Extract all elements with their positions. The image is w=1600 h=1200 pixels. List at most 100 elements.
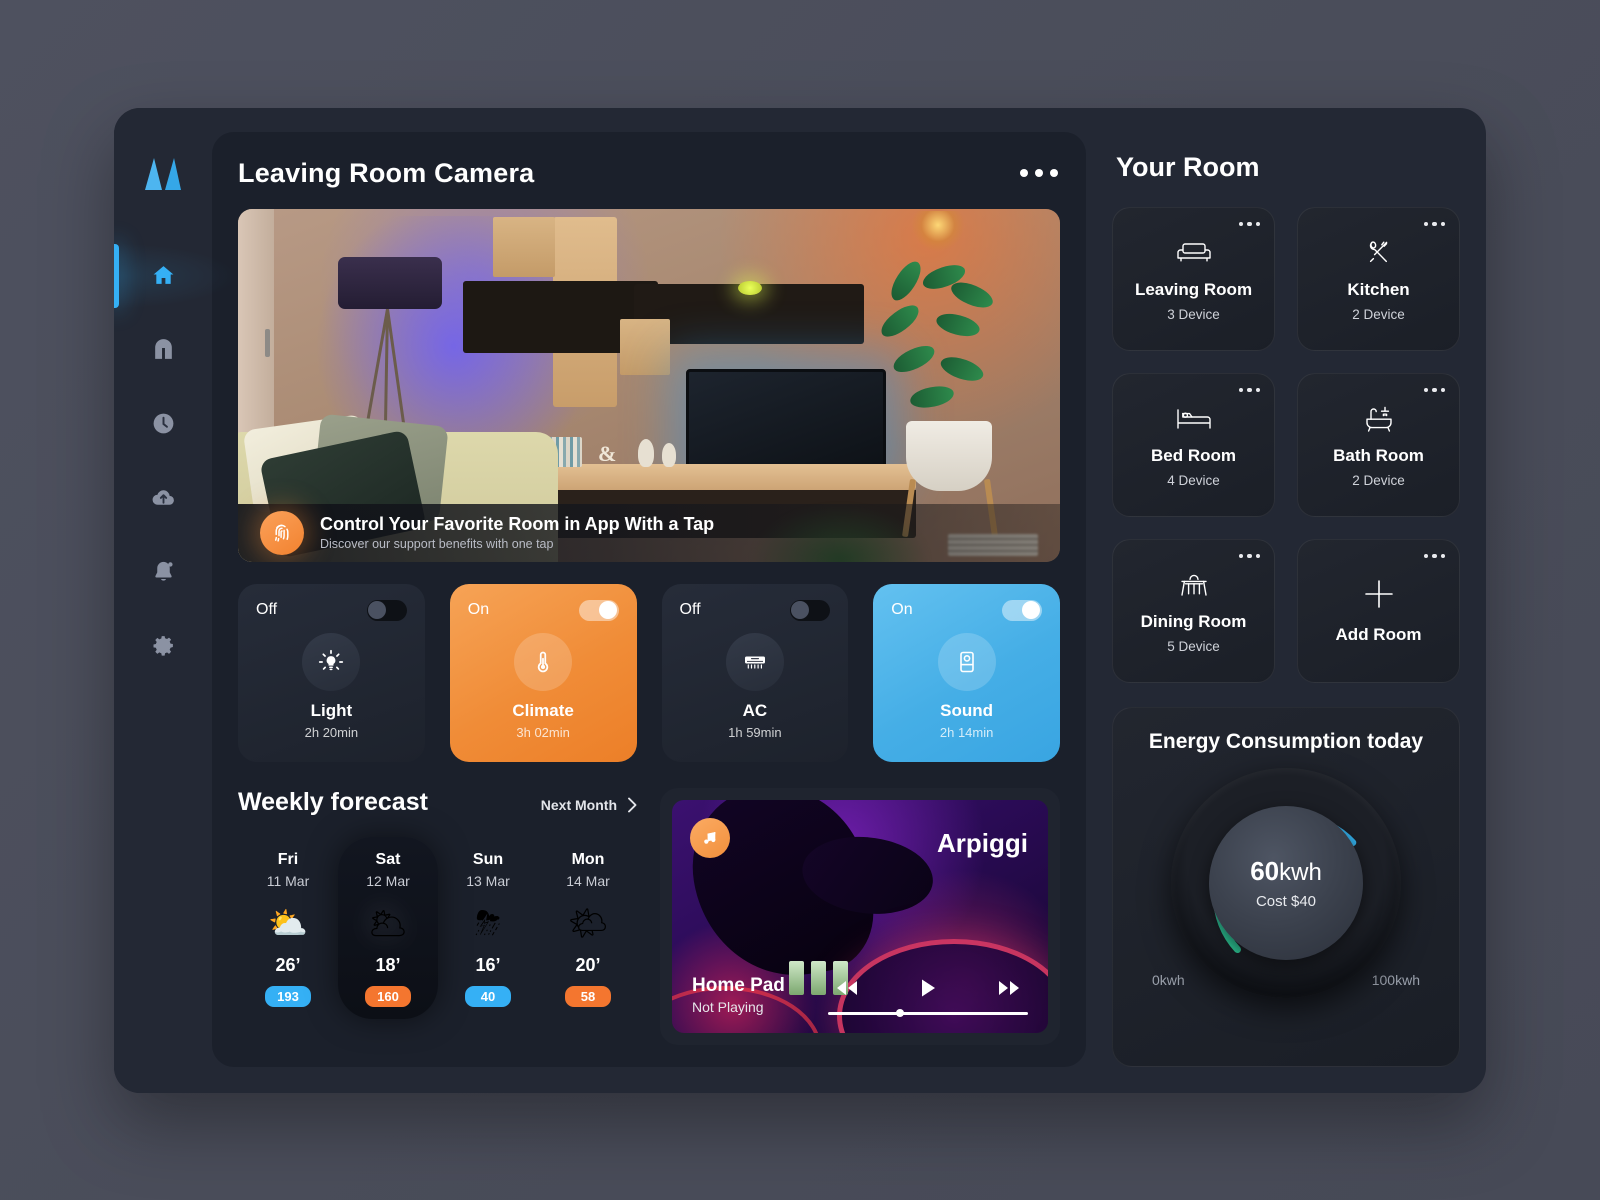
sidebar-item-home[interactable]: [114, 243, 234, 308]
device-state: On: [467, 601, 490, 618]
bathtub-icon: [1363, 402, 1395, 436]
sidebar: [114, 107, 234, 1093]
forecast-day[interactable]: Fri 11 Mar ⛅ 26’ 193: [238, 837, 338, 1019]
sidebar-item-notifications[interactable]: [114, 554, 212, 590]
room-options-icon[interactable]: [1238, 387, 1260, 392]
device-runtime: 3h 02min: [516, 724, 570, 740]
bottom-row: Weekly forecast Next Month Fri 11 Mar ⛅ …: [238, 787, 1060, 1045]
music-note-icon: [690, 817, 730, 858]
day-temp: 20’: [575, 954, 601, 975]
room-card-bath-room[interactable]: Bath Room 2 Device: [1297, 372, 1460, 517]
forecast-day[interactable]: Mon 14 Mar 🌤 20’ 58: [538, 837, 638, 1019]
camera-promo-banner[interactable]: Control Your Favorite Room in App With a…: [238, 503, 1060, 562]
device-name: Sound: [940, 700, 994, 720]
fast-forward-icon[interactable]: [994, 978, 1024, 1003]
playback-status: Not Playing: [692, 998, 764, 1015]
track-title: Arpiggi: [937, 827, 1028, 858]
day-of-week: Sun: [472, 850, 504, 868]
speaker-icon: [937, 632, 996, 691]
device-tile-climate[interactable]: On Climate 3h 02min: [449, 583, 637, 762]
sidebar-item-settings[interactable]: [114, 628, 212, 664]
clock-icon: [153, 413, 173, 434]
forecast-day-selected[interactable]: Sat 12 Mar 🌥 18’ 160: [338, 836, 438, 1019]
app-window: Leaving Room Camera & Control Your Favor…: [114, 107, 1486, 1093]
right-panel: Your Room Leaving Room 3 Device Kitchen …: [1112, 132, 1460, 1067]
main-content: Leaving Room Camera & Control Your Favor…: [212, 108, 1486, 1093]
sidebar-item-rooms[interactable]: [114, 332, 212, 368]
room-card-add-room[interactable]: Add Room: [1297, 538, 1460, 683]
light-toggle[interactable]: [366, 599, 407, 621]
cutlery-icon: [1364, 236, 1394, 270]
room-name: Leaving Room: [1134, 279, 1253, 299]
ac-toggle[interactable]: [790, 599, 831, 621]
rooms-grid: Leaving Room 3 Device Kitchen 2 Device B…: [1112, 206, 1460, 683]
next-month-button[interactable]: Next Month: [541, 797, 638, 813]
climate-toggle[interactable]: [578, 599, 619, 621]
room-name: Kitchen: [1347, 279, 1410, 299]
next-month-label: Next Month: [540, 796, 617, 813]
air-conditioner-icon: [725, 632, 784, 691]
day-badge: 193: [265, 985, 311, 1007]
device-tile-sound[interactable]: On Sound 2h 14min: [873, 583, 1060, 762]
device-runtime: 1h 59min: [728, 724, 782, 740]
play-icon[interactable]: [918, 977, 938, 1004]
energy-title: Energy Consumption today: [1148, 729, 1424, 753]
dining-table-icon: [1177, 568, 1211, 602]
room-card-leaving-room[interactable]: Leaving Room 3 Device: [1112, 206, 1275, 351]
device-name: AC: [742, 700, 768, 720]
seek-handle: [896, 1009, 904, 1017]
sidebar-nav: [114, 243, 234, 664]
room-options-icon[interactable]: [1238, 221, 1260, 226]
room-device-count: 4 Device: [1167, 472, 1220, 488]
sofa-icon: [1175, 236, 1213, 270]
page-title: Leaving Room Camera: [238, 157, 535, 188]
room-options-icon[interactable]: [1238, 553, 1260, 558]
forecast-title: Weekly forecast: [238, 787, 428, 816]
device-name: Climate: [512, 700, 574, 720]
forecast-day[interactable]: Sun 13 Mar ⛈ 16’ 40: [438, 837, 538, 1019]
sidebar-item-cloud[interactable]: [114, 480, 212, 516]
room-options-icon[interactable]: [1423, 553, 1445, 558]
more-options-icon[interactable]: [1018, 163, 1060, 183]
app-logo: [141, 156, 185, 190]
partly-cloudy-night-icon: 🌥: [367, 904, 409, 941]
day-temp: 26’: [275, 954, 301, 975]
room-device-count: 2 Device: [1352, 306, 1405, 322]
device-tile-ac[interactable]: Off AC 1h 59min: [661, 583, 849, 762]
day-of-week: Fri: [277, 850, 299, 868]
room-card-dining-room[interactable]: Dining Room 5 Device: [1112, 538, 1275, 683]
seek-bar[interactable]: [828, 1009, 1028, 1017]
room-card-bed-room[interactable]: Bed Room 4 Device: [1112, 372, 1275, 517]
playback-device-name: Home Pad: [692, 974, 785, 996]
day-badge: 58: [565, 985, 611, 1007]
device-runtime: 2h 14min: [939, 724, 994, 740]
room-options-icon[interactable]: [1423, 387, 1445, 392]
room-name: Dining Room: [1140, 611, 1247, 631]
room-card-kitchen[interactable]: Kitchen 2 Device: [1297, 206, 1460, 351]
energy-gauge[interactable]: 60kwh Cost $40: [1171, 767, 1401, 998]
day-date: 13 Mar: [466, 872, 510, 889]
chevron-right-icon: [628, 797, 637, 812]
weekly-forecast: Weekly forecast Next Month Fri 11 Mar ⛅ …: [238, 788, 638, 1045]
device-state: Off: [679, 601, 701, 618]
home-icon: [153, 266, 173, 284]
gear-icon: [153, 636, 173, 656]
device-state: On: [891, 601, 913, 618]
day-of-week: Mon: [571, 850, 605, 868]
day-temp: 18’: [375, 954, 401, 975]
camera-feed[interactable]: & Control Your Favorite Room in App With…: [238, 208, 1060, 562]
device-tile-light[interactable]: Off Light 2h 20min: [238, 583, 425, 762]
sidebar-item-schedule[interactable]: [114, 406, 212, 442]
music-player-card[interactable]: Arpiggi Home Pad Not Playing: [660, 787, 1060, 1045]
device-tiles: Off Light 2h 20min On Climate 3h 02min O…: [238, 583, 1060, 762]
day-date: 12 Mar: [366, 872, 410, 889]
banner-headline: Control Your Favorite Room in App With a…: [320, 514, 715, 534]
room-options-icon[interactable]: [1423, 221, 1445, 226]
sound-toggle[interactable]: [1002, 599, 1042, 621]
bulb-icon: [302, 632, 361, 691]
bell-icon: [154, 561, 173, 581]
room-device-count: 3 Device: [1167, 306, 1220, 322]
energy-consumption-card: Energy Consumption today 60kwh Cost $40 …: [1112, 706, 1460, 1067]
rewind-icon[interactable]: [832, 978, 862, 1003]
day-date: 14 Mar: [566, 872, 610, 889]
